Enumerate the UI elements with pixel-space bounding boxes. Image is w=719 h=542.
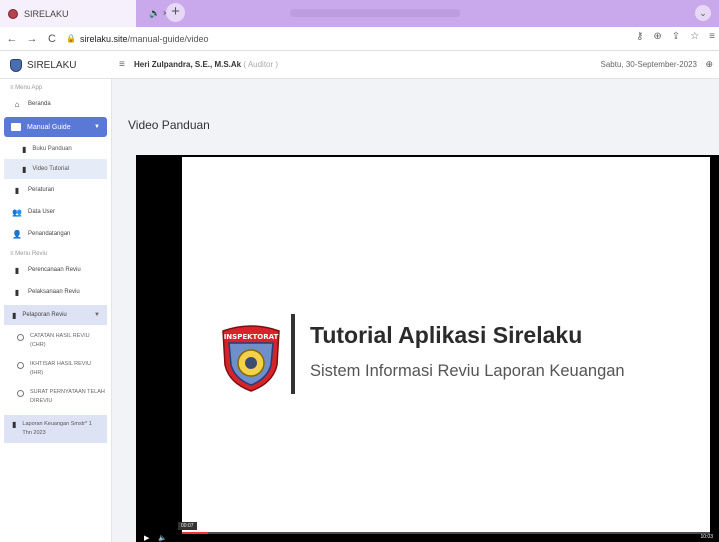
- badge-text: INSPEKTORAT: [224, 333, 279, 341]
- star-icon[interactable]: ☆: [690, 31, 699, 42]
- sidebar-item-manual-guide[interactable]: Manual Guide ▼: [4, 117, 107, 137]
- user-icon: 👤: [12, 229, 22, 239]
- key-icon[interactable]: ⚷: [636, 31, 643, 42]
- progress-fill: [182, 532, 209, 534]
- bookmark-icon: ▮: [14, 185, 20, 195]
- favicon-icon: [8, 8, 18, 19]
- sidebar-item-label: Pelaksanaan Reviu: [28, 289, 80, 295]
- page-title: Video Panduan: [128, 118, 210, 132]
- book-icon: ▮: [12, 420, 17, 429]
- video-time: 10:03: [700, 534, 713, 540]
- home-icon: ⌂: [14, 99, 20, 109]
- circle-icon: [17, 362, 24, 369]
- sidebar-item-label: Penandatangan: [28, 231, 71, 237]
- sidebar-item-peraturan[interactable]: ▮ Peraturan: [0, 179, 111, 201]
- sidebar-item-label: Buku Panduan: [32, 146, 72, 152]
- share-icon[interactable]: ⇪: [672, 31, 680, 42]
- sidebar-item-laporan[interactable]: ▮ Laporan Keuangan Smstr* 1 Thn 2023: [4, 415, 107, 443]
- video-player[interactable]: INSPEKTORAT Tutorial Aplikasi Sirelaku S…: [136, 155, 719, 542]
- user-role: ( Auditor ): [243, 60, 279, 69]
- url-path: /manual-guide/video: [127, 33, 209, 44]
- video-controls: ▶ 🔈 10:03: [136, 532, 719, 542]
- url-host: sirelaku.site: [79, 33, 128, 44]
- users-icon: 👥: [12, 207, 22, 217]
- zoom-icon[interactable]: ⊕: [653, 31, 661, 42]
- sidebar-item-label: IKHTISAR HASIL REVIU (IHR): [30, 361, 91, 376]
- sidebar-item-label: Peraturan: [28, 187, 55, 193]
- sidebar-item-beranda[interactable]: ⌂ Beranda: [0, 93, 111, 115]
- tab-title: SIRELAKU: [24, 8, 69, 19]
- video-title: Tutorial Aplikasi Sirelaku: [310, 322, 583, 348]
- user-name: Heri Zulpandra, S.E., M.S.Ak: [134, 60, 242, 69]
- menu-toggle-button[interactable]: ≡: [119, 59, 125, 70]
- forward-button[interactable]: →: [24, 33, 40, 45]
- sidebar: ≡ Menu App ⌂ Beranda Manual Guide ▼ ▮ Bu…: [0, 79, 112, 542]
- sidebar-item-label: Perencanaan Reviu: [28, 267, 81, 273]
- back-button[interactable]: ←: [4, 33, 20, 45]
- browser-tabstrip: SIRELAKU 🔈 × + ⌄: [0, 0, 719, 27]
- header-date: Sabtu, 30-September-2023: [600, 60, 697, 69]
- url-field[interactable]: 🔒 sirelaku.site/manual-guide/video: [66, 34, 209, 44]
- chevron-down-icon: ▼: [94, 124, 100, 130]
- time-tooltip: 00:07: [178, 522, 197, 530]
- blurred-tab[interactable]: [290, 9, 460, 17]
- book-icon: ▮: [14, 287, 20, 297]
- sidebar-item-buku-panduan[interactable]: ▮ Buku Panduan: [4, 139, 107, 159]
- file-icon: ▮: [22, 164, 27, 174]
- volume-icon[interactable]: 🔈: [158, 534, 167, 542]
- sidebar-item-label: Data User: [28, 209, 56, 215]
- sidebar-item-video-tutorial[interactable]: ▮ Video Tutorial: [4, 159, 107, 179]
- sidebar-item-label: CATATAN HASIL REVIU (CHR): [30, 333, 90, 348]
- video-frame: INSPEKTORAT Tutorial Aplikasi Sirelaku S…: [182, 157, 710, 532]
- user-info: Heri Zulpandra, S.E., M.S.Ak ( Auditor ): [134, 60, 278, 69]
- address-bar-actions: ⚷ ⊕ ⇪ ☆ ≡: [636, 31, 715, 42]
- brand[interactable]: SIRELAKU: [0, 51, 112, 79]
- browser-tab[interactable]: SIRELAKU: [0, 0, 136, 27]
- book-icon: ▮: [14, 265, 20, 275]
- book-icon: [11, 123, 21, 131]
- globe-icon[interactable]: ⊕: [705, 59, 713, 70]
- lock-icon: 🔒: [66, 34, 76, 43]
- title-divider: [291, 314, 295, 394]
- reload-button[interactable]: C: [44, 33, 60, 45]
- sidebar-item-ikhtisar[interactable]: IKHTISAR HASIL REVIU (IHR): [0, 355, 111, 383]
- app-header: SIRELAKU ≡ Heri Zulpandra, S.E., M.S.Ak …: [0, 51, 719, 79]
- book-icon: ▮: [12, 310, 17, 320]
- sidebar-item-label: Manual Guide: [27, 123, 71, 131]
- sidebar-item-penandatangan[interactable]: 👤 Penandatangan: [0, 223, 111, 245]
- sidebar-item-label: Beranda: [28, 101, 51, 107]
- section-label-app: ≡ Menu App: [10, 85, 43, 91]
- circle-icon: [17, 334, 24, 341]
- sidebar-item-pelaporan[interactable]: ▮ Pelaporan Reviu ▼: [4, 305, 107, 325]
- circle-icon: [17, 390, 24, 397]
- brand-name: SIRELAKU: [27, 59, 77, 71]
- inspektorat-badge-icon: INSPEKTORAT: [222, 325, 280, 392]
- sidebar-item-label: Video Tutorial: [32, 166, 69, 172]
- chevron-down-icon: ▼: [94, 312, 100, 318]
- sidebar-item-data-user[interactable]: 👥 Data User: [0, 201, 111, 223]
- video-subtitle: Sistem Informasi Reviu Laporan Keuangan: [310, 362, 625, 380]
- sidebar-item-perencanaan[interactable]: ▮ Perencanaan Reviu: [0, 259, 111, 281]
- sidebar-item-surat[interactable]: SURAT PERNYATAAN TELAH DIREVIU: [0, 383, 111, 411]
- section-label-reviu: ≡ Menu Reviu: [10, 251, 48, 257]
- address-bar: ← → C 🔒 sirelaku.site/manual-guide/video…: [0, 27, 719, 51]
- play-icon[interactable]: ▶: [144, 534, 149, 542]
- new-tab-button[interactable]: +: [166, 3, 185, 22]
- file-icon: ▮: [22, 144, 27, 154]
- menu-icon[interactable]: ≡: [709, 31, 715, 42]
- sidebar-item-label: SURAT PERNYATAAN TELAH DIREVIU: [30, 389, 105, 404]
- progress-bar[interactable]: [182, 532, 710, 534]
- sidebar-item-label: Pelaporan Reviu: [22, 312, 67, 318]
- sidebar-item-catatan[interactable]: CATATAN HASIL REVIU (CHR): [0, 327, 111, 355]
- brand-logo-icon: [10, 58, 22, 72]
- tab-search-button[interactable]: ⌄: [695, 5, 711, 21]
- sidebar-item-label: Laporan Keuangan Smstr* 1 Thn 2023: [22, 421, 92, 436]
- sidebar-item-pelaksanaan[interactable]: ▮ Pelaksanaan Reviu: [0, 281, 111, 303]
